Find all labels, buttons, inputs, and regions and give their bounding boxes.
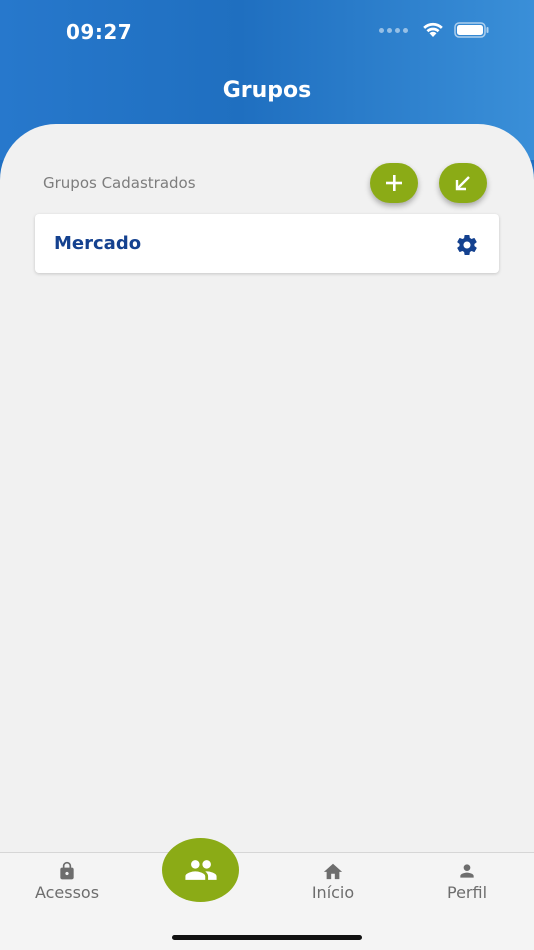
tab-label: Perfil (446, 883, 488, 902)
status-icons (379, 22, 490, 38)
home-icon (323, 863, 343, 880)
arrow-down-left-icon (455, 176, 470, 191)
plus-icon (386, 175, 402, 191)
battery-icon (454, 22, 490, 38)
person-icon (460, 864, 474, 878)
group-name: Mercado (54, 233, 142, 254)
cellular-signal-icon (379, 27, 408, 33)
main-content: Grupos Cadastrados Mercado (0, 124, 534, 854)
tab-label: Acessos (34, 883, 100, 902)
wifi-icon (422, 22, 444, 38)
group-icon (184, 860, 217, 880)
status-time: 09:27 (66, 20, 133, 44)
status-bar: 09:27 (0, 0, 534, 64)
home-indicator (172, 935, 362, 940)
page-title: Grupos (222, 78, 312, 103)
tab-perfil[interactable]: Perfil (407, 861, 527, 902)
tab-inicio[interactable]: Início (273, 861, 393, 902)
lock-icon (60, 861, 74, 880)
tab-acessos[interactable]: Acessos (7, 861, 127, 902)
tab-grupos[interactable] (162, 838, 239, 902)
section-label: Grupos Cadastrados (43, 174, 196, 192)
tab-label: Início (311, 883, 355, 902)
gear-icon[interactable] (455, 233, 479, 257)
add-group-button[interactable] (370, 163, 418, 203)
group-card[interactable]: Mercado (35, 214, 499, 273)
import-group-button[interactable] (439, 163, 487, 203)
